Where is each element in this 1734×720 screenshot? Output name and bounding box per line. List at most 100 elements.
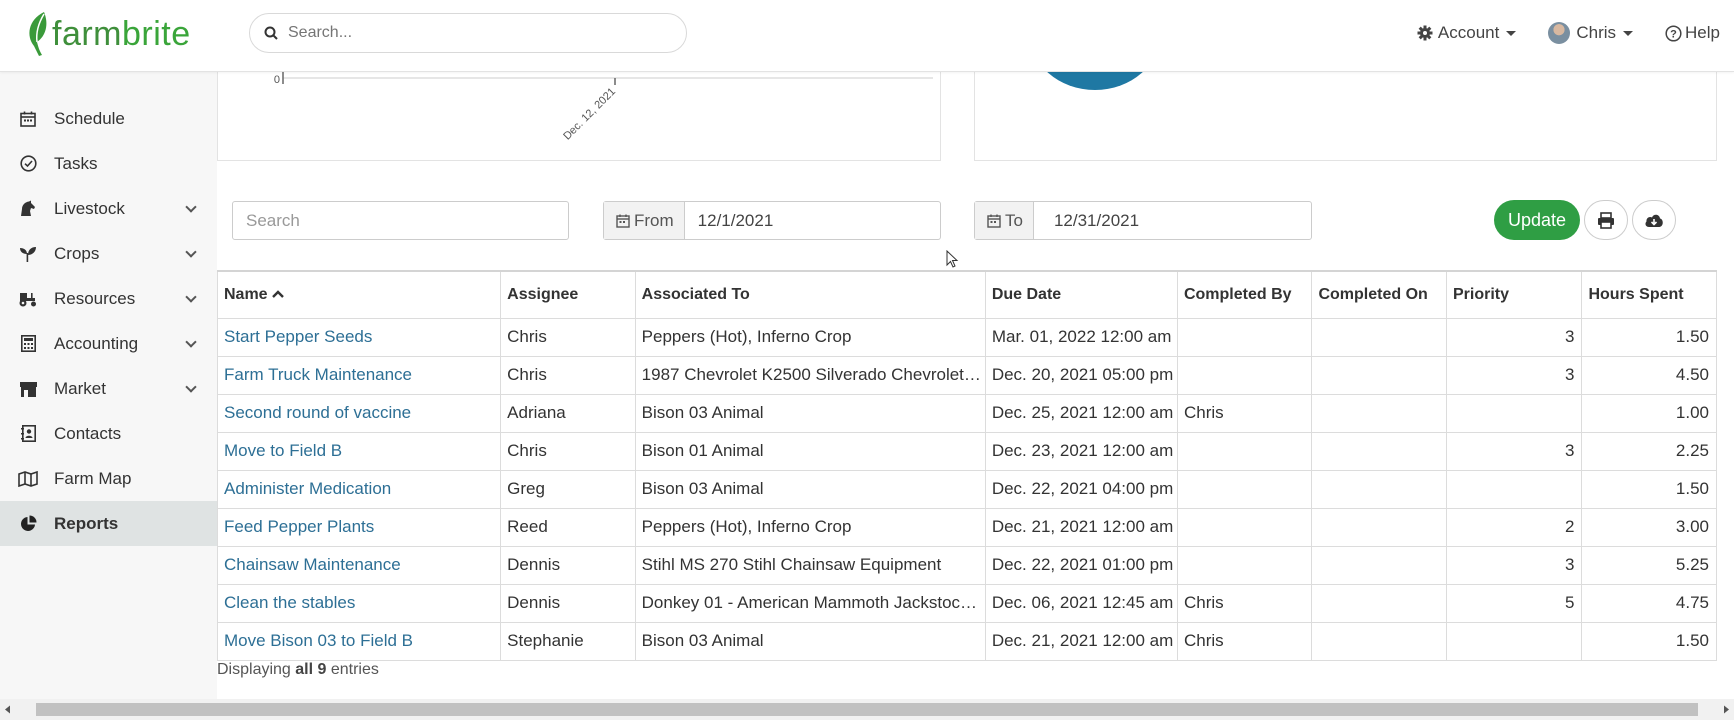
sidebar-item-label: Farm Map bbox=[54, 468, 132, 488]
x-tick-label: Dec. 12, 2021 bbox=[561, 86, 618, 143]
pie-chart-icon bbox=[18, 514, 38, 534]
cell-priority: 3 bbox=[1445, 317, 1583, 357]
cell-completed-on bbox=[1311, 317, 1447, 357]
cell-assignee: Chris bbox=[500, 431, 636, 471]
cell-associated-to: Peppers (Hot), Inferno Crop bbox=[634, 317, 986, 357]
cell-name[interactable]: Farm Truck Maintenance bbox=[216, 355, 502, 395]
table-row[interactable]: Farm Truck Maintenance Chris 1987 Chevrole… bbox=[216, 355, 1717, 395]
cell-completed-on bbox=[1311, 469, 1447, 509]
seedling-icon bbox=[18, 244, 38, 264]
print-icon bbox=[1598, 211, 1614, 229]
farmbrite-logo[interactable]: farmbrite bbox=[24, 10, 191, 58]
table-row[interactable]: Clean the stables Dennis Donkey 01 - Ameri… bbox=[216, 583, 1717, 623]
cell-completed-by bbox=[1176, 507, 1313, 547]
to-date-group[interactable]: To 12/31/2021 bbox=[974, 201, 1312, 240]
cell-hours-spent: 3.00 bbox=[1581, 507, 1717, 547]
help-link[interactable]: ? Help bbox=[1665, 23, 1720, 43]
table-row[interactable]: Start Pepper Seeds Chris Peppers (Hot), In… bbox=[216, 317, 1717, 357]
user-menu[interactable]: Chris bbox=[1548, 22, 1634, 44]
horizontal-scrollbar[interactable] bbox=[0, 699, 1734, 720]
sidebar-item-crops[interactable]: Crops bbox=[0, 231, 217, 276]
to-label: To bbox=[1005, 210, 1023, 230]
table-search-input[interactable]: Search bbox=[232, 201, 569, 240]
sidebar-item-accounting[interactable]: Accounting bbox=[0, 321, 217, 366]
cell-associated-to: Bison 03 Animal bbox=[634, 393, 986, 433]
cell-name[interactable]: Feed Pepper Plants bbox=[216, 507, 502, 547]
cell-associated-to: Peppers (Hot), Inferno Crop bbox=[634, 507, 986, 547]
column-header-completed-on[interactable]: Completed On bbox=[1311, 270, 1447, 319]
cell-assignee: Chris bbox=[500, 317, 636, 357]
sidebar-item-schedule[interactable]: Schedule bbox=[0, 96, 217, 141]
sidebar-item-resources[interactable]: Resources bbox=[0, 276, 217, 321]
table-row[interactable]: Administer Medication Greg Bison 03 Animal… bbox=[216, 469, 1717, 509]
caret-down-icon bbox=[1506, 30, 1517, 36]
update-button[interactable]: Update bbox=[1494, 200, 1580, 240]
caret-down-icon bbox=[1623, 30, 1634, 36]
gear-icon bbox=[1417, 25, 1433, 41]
cell-associated-to: 1987 Chevrolet K2500 Silverado Chevrolet… bbox=[634, 355, 986, 395]
global-search-input[interactable] bbox=[288, 24, 648, 42]
y-tick-label: 0 bbox=[274, 74, 280, 86]
cell-completed-on bbox=[1311, 545, 1447, 585]
cell-due-date: Dec. 20, 2021 05:00 pm bbox=[984, 355, 1178, 395]
sidebar-item-label: Crops bbox=[54, 243, 100, 263]
cell-assignee: Greg bbox=[500, 469, 636, 509]
global-search[interactable] bbox=[249, 13, 687, 53]
cell-assignee: Reed bbox=[500, 507, 636, 547]
print-button[interactable] bbox=[1584, 200, 1628, 240]
cell-assignee: Chris bbox=[500, 355, 636, 395]
tractor-icon bbox=[18, 289, 38, 309]
download-button[interactable] bbox=[1632, 200, 1676, 240]
sidebar-item-label: Schedule bbox=[54, 108, 125, 128]
cell-hours-spent: 4.50 bbox=[1581, 355, 1717, 395]
sidebar-item-market[interactable]: Market bbox=[0, 366, 217, 411]
cell-assignee: Adriana bbox=[500, 393, 636, 433]
table-row[interactable]: Chainsaw Maintenance Dennis Stihl MS 270 S… bbox=[216, 545, 1717, 585]
to-date-input[interactable]: 12/31/2021 bbox=[1034, 202, 1139, 239]
cell-completed-by: Chris bbox=[1176, 621, 1313, 661]
sidebar-item-livestock[interactable]: Livestock bbox=[0, 186, 217, 231]
chevron-down-icon bbox=[185, 246, 197, 258]
sidebar-item-contacts[interactable]: Contacts bbox=[0, 411, 217, 456]
cell-priority: 3 bbox=[1445, 545, 1583, 585]
cell-name[interactable]: Chainsaw Maintenance bbox=[216, 545, 502, 585]
scroll-left-arrow-icon[interactable] bbox=[4, 705, 12, 714]
column-header-priority[interactable]: Priority bbox=[1445, 270, 1583, 319]
cell-completed-on bbox=[1311, 507, 1447, 547]
column-header-due-date[interactable]: Due Date bbox=[984, 270, 1178, 319]
scrollbar-thumb[interactable] bbox=[36, 703, 1698, 716]
user-name: Chris bbox=[1576, 23, 1617, 42]
cell-priority bbox=[1445, 621, 1583, 661]
cell-name[interactable]: Move Bison 03 to Field B bbox=[216, 621, 502, 661]
cell-assignee: Stephanie bbox=[500, 621, 636, 661]
sort-asc-icon bbox=[272, 290, 284, 298]
address-book-icon bbox=[18, 424, 38, 444]
column-header-assignee[interactable]: Assignee bbox=[500, 270, 636, 319]
cell-name[interactable]: Second round of vaccine bbox=[216, 393, 502, 433]
cell-name[interactable]: Start Pepper Seeds bbox=[216, 317, 502, 357]
table-row[interactable]: Second round of vaccine Adriana Bison 03 A… bbox=[216, 393, 1717, 433]
cell-due-date: Dec. 23, 2021 12:00 am bbox=[984, 431, 1178, 471]
cell-name[interactable]: Administer Medication bbox=[216, 469, 502, 509]
table-row[interactable]: Move to Field B Chris Bison 01 Animal Dec. … bbox=[216, 431, 1717, 471]
cell-name[interactable]: Move to Field B bbox=[216, 431, 502, 471]
column-header-name[interactable]: Name bbox=[216, 270, 502, 319]
from-date-group[interactable]: From 12/1/2021 bbox=[603, 201, 941, 240]
sidebar-item-tasks[interactable]: Tasks bbox=[0, 141, 217, 186]
cell-name[interactable]: Clean the stables bbox=[216, 583, 502, 623]
sidebar-item-reports[interactable]: Reports bbox=[0, 501, 217, 546]
sidebar-item-farm-map[interactable]: Farm Map bbox=[0, 456, 217, 501]
column-header-hours-spent[interactable]: Hours Spent bbox=[1581, 270, 1717, 319]
cell-priority bbox=[1445, 469, 1583, 509]
cell-hours-spent: 2.25 bbox=[1581, 431, 1717, 471]
column-header-associated-to[interactable]: Associated To bbox=[634, 270, 986, 319]
line-chart-canvas: 0 Dec. 12, 2021 bbox=[274, 72, 933, 143]
cell-due-date: Dec. 21, 2021 12:00 am bbox=[984, 621, 1178, 661]
column-header-completed-by[interactable]: Completed By bbox=[1176, 270, 1313, 319]
table-row[interactable]: Move Bison 03 to Field B Stephanie Bison 0… bbox=[216, 621, 1717, 661]
from-date-input[interactable]: 12/1/2021 bbox=[685, 202, 774, 239]
scroll-right-arrow-icon[interactable] bbox=[1722, 705, 1730, 714]
account-menu[interactable]: Account bbox=[1417, 23, 1517, 43]
cell-hours-spent: 1.50 bbox=[1581, 317, 1717, 357]
table-row[interactable]: Feed Pepper Plants Reed Peppers (Hot), Inf… bbox=[216, 507, 1717, 547]
